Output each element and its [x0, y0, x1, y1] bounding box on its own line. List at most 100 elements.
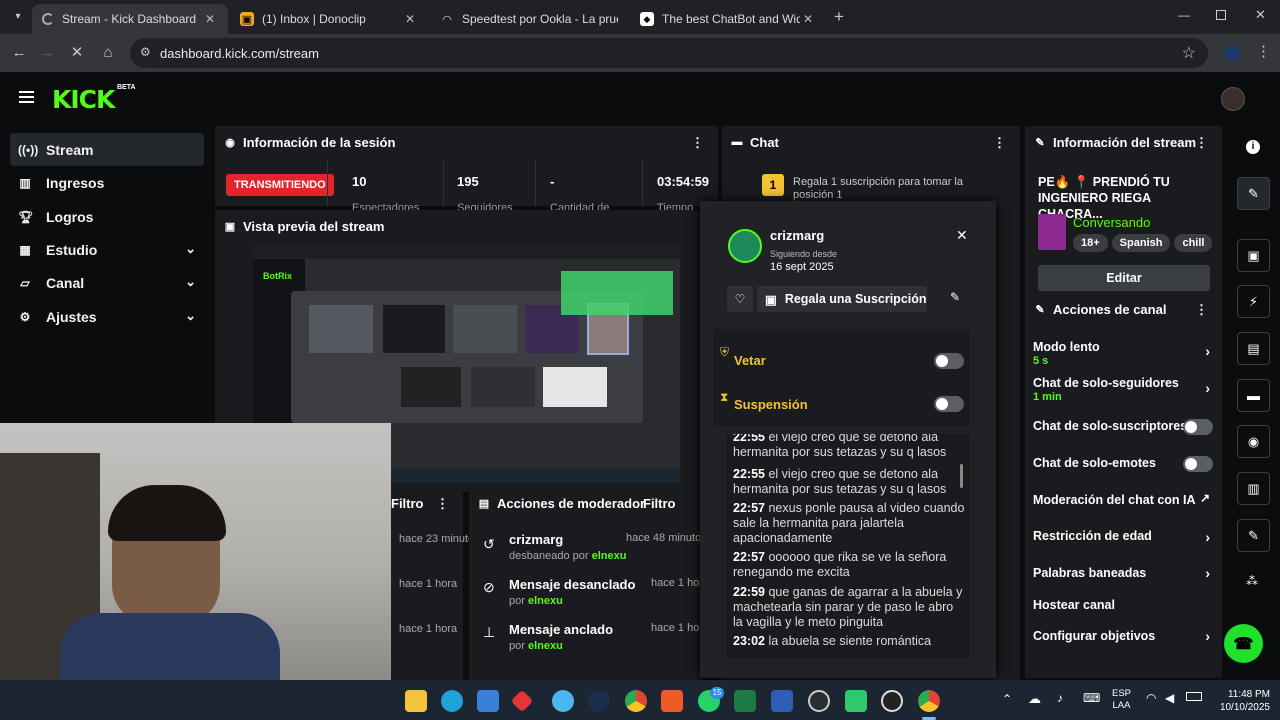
sidebar-item-canal[interactable]: ▱ Canal ⌄: [10, 266, 204, 299]
apps-icon[interactable]: ⁂: [1246, 574, 1258, 588]
back-icon[interactable]: ←: [8, 42, 30, 64]
category-thumbnail[interactable]: [1038, 214, 1066, 250]
maximize-icon[interactable]: [1216, 10, 1226, 20]
preview-rail-button[interactable]: ▣: [1237, 239, 1270, 272]
lightning-rail-button[interactable]: ⚡︎: [1237, 285, 1270, 318]
tag[interactable]: chill: [1174, 234, 1213, 252]
document-rail-button[interactable]: ▤: [1237, 332, 1270, 365]
close-tab-icon[interactable]: ✕: [402, 12, 418, 26]
menu-icon[interactable]: ⋮: [1256, 42, 1271, 60]
hamburger-menu-icon[interactable]: [19, 91, 34, 103]
tag[interactable]: Spanish: [1111, 234, 1171, 252]
minimize-icon[interactable]: —: [1178, 8, 1190, 22]
filter-button[interactable]: Filtro: [643, 496, 676, 511]
kick-logo[interactable]: KICK: [52, 85, 115, 114]
app-icon[interactable]: [808, 690, 830, 712]
broadcast-rail-button[interactable]: ◉: [1237, 425, 1270, 458]
info-icon[interactable]: i: [1246, 140, 1260, 154]
tab-search-button[interactable]: ▾: [8, 8, 28, 26]
keyboard-icon[interactable]: ⌨︎: [1083, 691, 1100, 705]
age-restriction-item[interactable]: Restricción de edad: [1033, 529, 1213, 543]
emotes-only-toggle[interactable]: [1183, 456, 1213, 472]
mic-icon[interactable]: ♪: [1057, 691, 1063, 705]
filter-button[interactable]: Filtro: [391, 496, 424, 511]
app-green-icon[interactable]: [845, 690, 867, 712]
user-avatar[interactable]: [1221, 87, 1245, 111]
app-blue-icon[interactable]: [552, 690, 574, 712]
site-info-icon[interactable]: ⚙: [140, 45, 151, 59]
user-card-name[interactable]: crizmarg: [770, 228, 824, 243]
tab-donoclip[interactable]: ▣ (1) Inbox | Donoclip ✕: [230, 4, 428, 34]
sidebar-item-ajustes[interactable]: ⚙ Ajustes ⌄: [10, 300, 204, 333]
layout-rail-button[interactable]: ▥: [1237, 472, 1270, 505]
veto-toggle[interactable]: [934, 353, 964, 369]
battery-icon[interactable]: [1186, 692, 1202, 701]
scrollbar[interactable]: [960, 464, 963, 488]
set-goals-item[interactable]: Configurar objetivos: [1033, 629, 1213, 643]
followers-only-item[interactable]: Chat de solo-seguidores 1 min: [1033, 376, 1213, 403]
address-bar[interactable]: ⚙ dashboard.kick.com/stream ☆: [130, 38, 1208, 68]
suspend-toggle[interactable]: [934, 396, 964, 412]
sidebar-item-ingresos[interactable]: ▥ Ingresos: [10, 166, 204, 199]
steam-icon[interactable]: [588, 690, 610, 712]
chrome-active-icon[interactable]: [918, 690, 940, 712]
chevron-right-icon[interactable]: ›: [1205, 628, 1210, 644]
chevron-right-icon[interactable]: ›: [1205, 343, 1210, 359]
tab-speedtest[interactable]: ◠ Speedtest por Ookla - La prueb: [430, 4, 628, 34]
chevron-right-icon[interactable]: ›: [1205, 529, 1210, 545]
home-icon[interactable]: ⌂: [97, 42, 119, 64]
host-channel-item[interactable]: Hostear canal: [1033, 598, 1213, 612]
sidebar-item-stream[interactable]: ((•)) Stream: [10, 133, 204, 166]
tag[interactable]: 18+: [1073, 234, 1108, 252]
sidebar-item-logros[interactable]: 🏆︎ Logros: [10, 200, 204, 233]
gift-sub-button[interactable]: ▣ Regala una Suscripción: [757, 286, 927, 312]
mute-icon[interactable]: ✎: [950, 290, 960, 304]
category-label[interactable]: Conversando: [1073, 215, 1150, 230]
bookmark-star-icon[interactable]: ☆: [1182, 43, 1196, 63]
support-chat-button[interactable]: ☎︎: [1224, 624, 1263, 663]
wrench-rail-button[interactable]: ✎: [1237, 519, 1270, 552]
close-tab-icon[interactable]: ✕: [800, 12, 816, 26]
profile-avatar[interactable]: [1224, 45, 1240, 61]
slow-mode-item[interactable]: Modo lento 5 s: [1033, 340, 1213, 367]
banned-words-item[interactable]: Palabras baneadas: [1033, 566, 1213, 580]
edge-icon[interactable]: [441, 690, 463, 712]
word-icon[interactable]: [771, 690, 793, 712]
chat-rail-button[interactable]: ▬: [1237, 379, 1270, 412]
chevron-right-icon[interactable]: ›: [1205, 565, 1210, 581]
sidebar-item-estudio[interactable]: ▦ Estudio ⌄: [10, 233, 204, 266]
app-red-icon[interactable]: [510, 689, 534, 713]
ai-moderation-item[interactable]: Moderación del chat con IA: [1033, 493, 1213, 507]
tab-chatbot[interactable]: ◆ The best ChatBot and Widgets ✕: [630, 4, 826, 34]
language-indicator[interactable]: ESP LAA: [1112, 688, 1131, 712]
follow-heart-button[interactable]: ♡: [727, 286, 753, 312]
new-tab-button[interactable]: +: [830, 8, 848, 26]
tab-kick-dashboard[interactable]: Stream - Kick Dashboard ✕: [32, 4, 228, 34]
obs-icon[interactable]: [881, 690, 903, 712]
chrome-icon[interactable]: [625, 690, 647, 712]
stop-icon[interactable]: ✕: [66, 42, 88, 64]
file-explorer-icon[interactable]: [405, 690, 427, 712]
forward-icon[interactable]: →: [36, 42, 58, 64]
more-options-icon[interactable]: ⋮: [1195, 302, 1208, 318]
more-options-icon[interactable]: ⋮: [691, 135, 704, 151]
close-tab-icon[interactable]: ✕: [202, 12, 218, 26]
volume-icon[interactable]: ◀︎: [1165, 691, 1174, 705]
chevron-right-icon[interactable]: ›: [1205, 380, 1210, 396]
more-options-icon[interactable]: ⋮: [436, 496, 449, 512]
brave-icon[interactable]: [661, 690, 683, 712]
excel-icon[interactable]: [734, 690, 756, 712]
chevron-up-icon[interactable]: ⌃: [1002, 692, 1012, 706]
edit-button[interactable]: Editar: [1038, 265, 1210, 291]
close-window-icon[interactable]: ✕: [1255, 7, 1266, 23]
wifi-icon[interactable]: ◠: [1146, 691, 1156, 705]
more-options-icon[interactable]: ⋮: [1195, 135, 1208, 151]
store-icon[interactable]: [477, 690, 499, 712]
external-link-icon[interactable]: ↗: [1200, 491, 1210, 505]
more-options-icon[interactable]: ⋮: [993, 135, 1006, 151]
close-icon[interactable]: ✕: [956, 227, 968, 244]
clock[interactable]: 11:48 PM 10/10/2025: [1206, 688, 1270, 714]
cloud-icon[interactable]: ☁︎: [1028, 691, 1041, 707]
edit-rail-button[interactable]: ✎: [1237, 177, 1270, 210]
subscribers-only-toggle[interactable]: [1183, 419, 1213, 435]
